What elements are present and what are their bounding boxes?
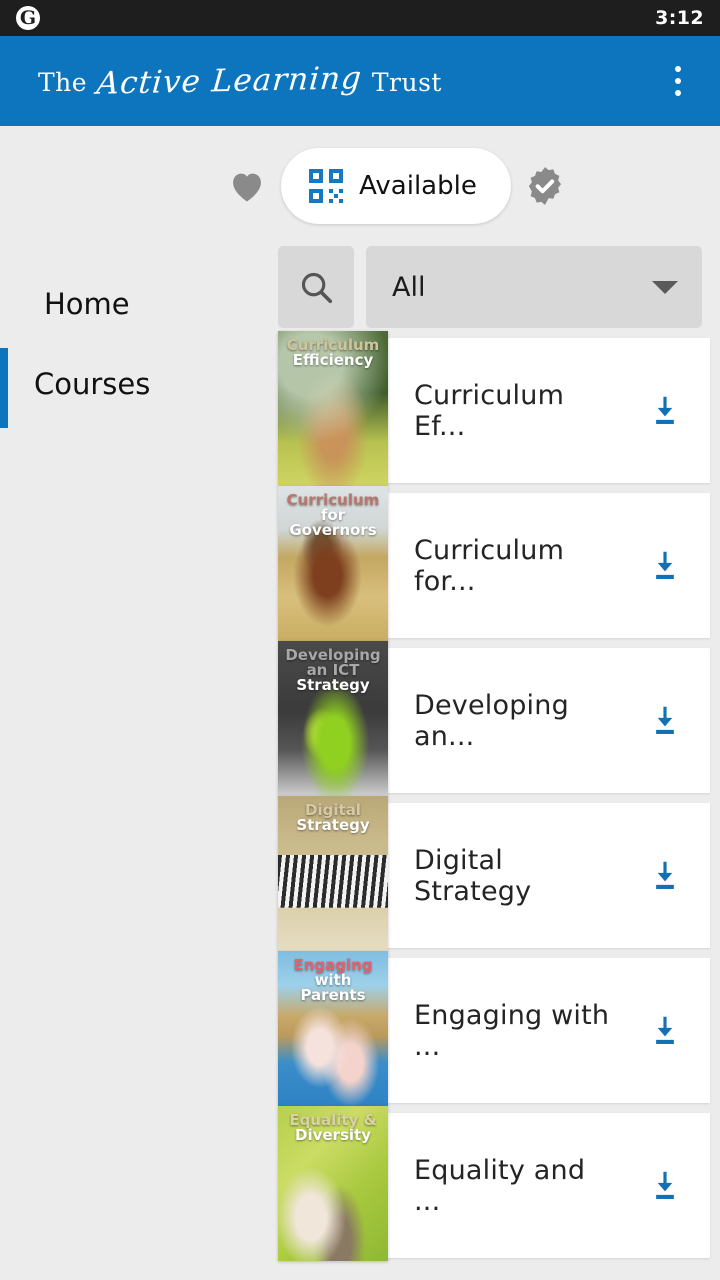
sidebar-item-courses[interactable]: Courses — [0, 344, 278, 428]
heart-icon[interactable] — [219, 158, 275, 214]
search-button[interactable] — [278, 246, 354, 328]
course-title: Equality and ... — [414, 1154, 586, 1217]
caption-line-2: Strategy — [296, 815, 370, 834]
google-g-icon: G — [16, 6, 40, 30]
download-icon — [656, 861, 674, 889]
search-icon — [301, 272, 333, 304]
status-bar: G 3:12 — [0, 0, 720, 36]
course-card[interactable]: Developing an ICT Strategy Developing an… — [278, 640, 710, 796]
caption-line-2: Strategy — [296, 676, 370, 695]
course-thumbnail: Engaging with Parents — [278, 950, 388, 1106]
verified-badge-icon[interactable] — [517, 158, 573, 214]
course-thumbnail: Curriculum for Governors — [278, 485, 388, 641]
filter-toolbar: Available — [0, 126, 720, 246]
course-title: Engaging with ... — [414, 999, 610, 1062]
app-bar: The Active Learning Trust — [0, 36, 720, 126]
search-toolbar: All — [278, 246, 710, 328]
course-title: Developing an... — [414, 689, 569, 752]
chevron-down-icon — [652, 280, 678, 294]
course-card[interactable]: Digital Strategy Digital Strategy — [278, 795, 710, 951]
caption-line-1: Developing an ICT — [285, 645, 381, 679]
download-icon — [656, 396, 674, 424]
course-card[interactable]: Curriculum for Governors Curriculum for.… — [278, 485, 710, 641]
sidebar-item-label: Courses — [34, 367, 151, 401]
caption-line-2: Efficiency — [292, 350, 374, 369]
caption-line-2: for Governors — [289, 505, 377, 540]
course-thumbnail: Curriculum Efficiency — [278, 330, 388, 486]
course-card[interactable]: Equality & Diversity Equality and ... — [278, 1105, 710, 1261]
content-area: Home Courses All Curriculum Efficiency C… — [0, 246, 720, 1280]
filter-available-chip[interactable]: Available — [281, 148, 511, 224]
course-title: Curriculum Ef... — [414, 379, 565, 442]
status-bar-clock: 3:12 — [655, 7, 704, 29]
course-title: Curriculum for... — [414, 534, 565, 597]
more-vert-icon[interactable] — [658, 55, 698, 107]
download-icon — [656, 1171, 674, 1199]
thumbnail-caption: Digital Strategy — [278, 802, 388, 834]
download-button[interactable] — [620, 547, 710, 585]
download-button[interactable] — [620, 1012, 710, 1050]
download-button[interactable] — [620, 702, 710, 740]
download-button[interactable] — [620, 392, 710, 430]
brand-suffix: Trust — [371, 68, 442, 97]
thumbnail-caption: Curriculum Efficiency — [278, 337, 388, 369]
course-thumbnail: Equality & Diversity — [278, 1105, 388, 1261]
category-filter-select[interactable]: All — [366, 246, 702, 328]
course-title: Digital Strategy — [414, 844, 532, 907]
download-icon — [656, 706, 674, 734]
brand-script: Active Learning — [95, 60, 364, 102]
caption-line-2: with Parents — [300, 970, 366, 1005]
download-button[interactable] — [620, 857, 710, 895]
sidebar-item-label: Home — [44, 287, 130, 321]
sidebar-nav: Home Courses — [0, 246, 278, 1280]
course-card[interactable]: Curriculum Efficiency Curriculum Ef... — [278, 330, 710, 486]
brand-prefix: The — [38, 68, 88, 97]
thumbnail-caption: Developing an ICT Strategy — [278, 645, 388, 695]
download-icon — [656, 1016, 674, 1044]
download-icon — [656, 551, 674, 579]
qr-code-icon — [309, 169, 344, 203]
course-thumbnail: Digital Strategy — [278, 795, 388, 951]
course-thumbnail: Developing an ICT Strategy — [278, 640, 388, 796]
course-list: All Curriculum Efficiency Curriculum Ef.… — [278, 246, 720, 1280]
filter-available-label: Available — [359, 171, 477, 201]
thumbnail-caption: Engaging with Parents — [278, 957, 388, 1005]
app-brand-title: The Active Learning Trust — [38, 60, 442, 102]
thumbnail-caption: Curriculum for Governors — [278, 492, 388, 540]
course-card[interactable]: Engaging with Parents Engaging with ... — [278, 950, 710, 1106]
download-button[interactable] — [620, 1167, 710, 1205]
category-filter-value: All — [392, 271, 426, 303]
caption-line-2: Diversity — [295, 1125, 371, 1144]
sidebar-item-home[interactable]: Home — [0, 264, 278, 344]
thumbnail-caption: Equality & Diversity — [278, 1112, 388, 1144]
